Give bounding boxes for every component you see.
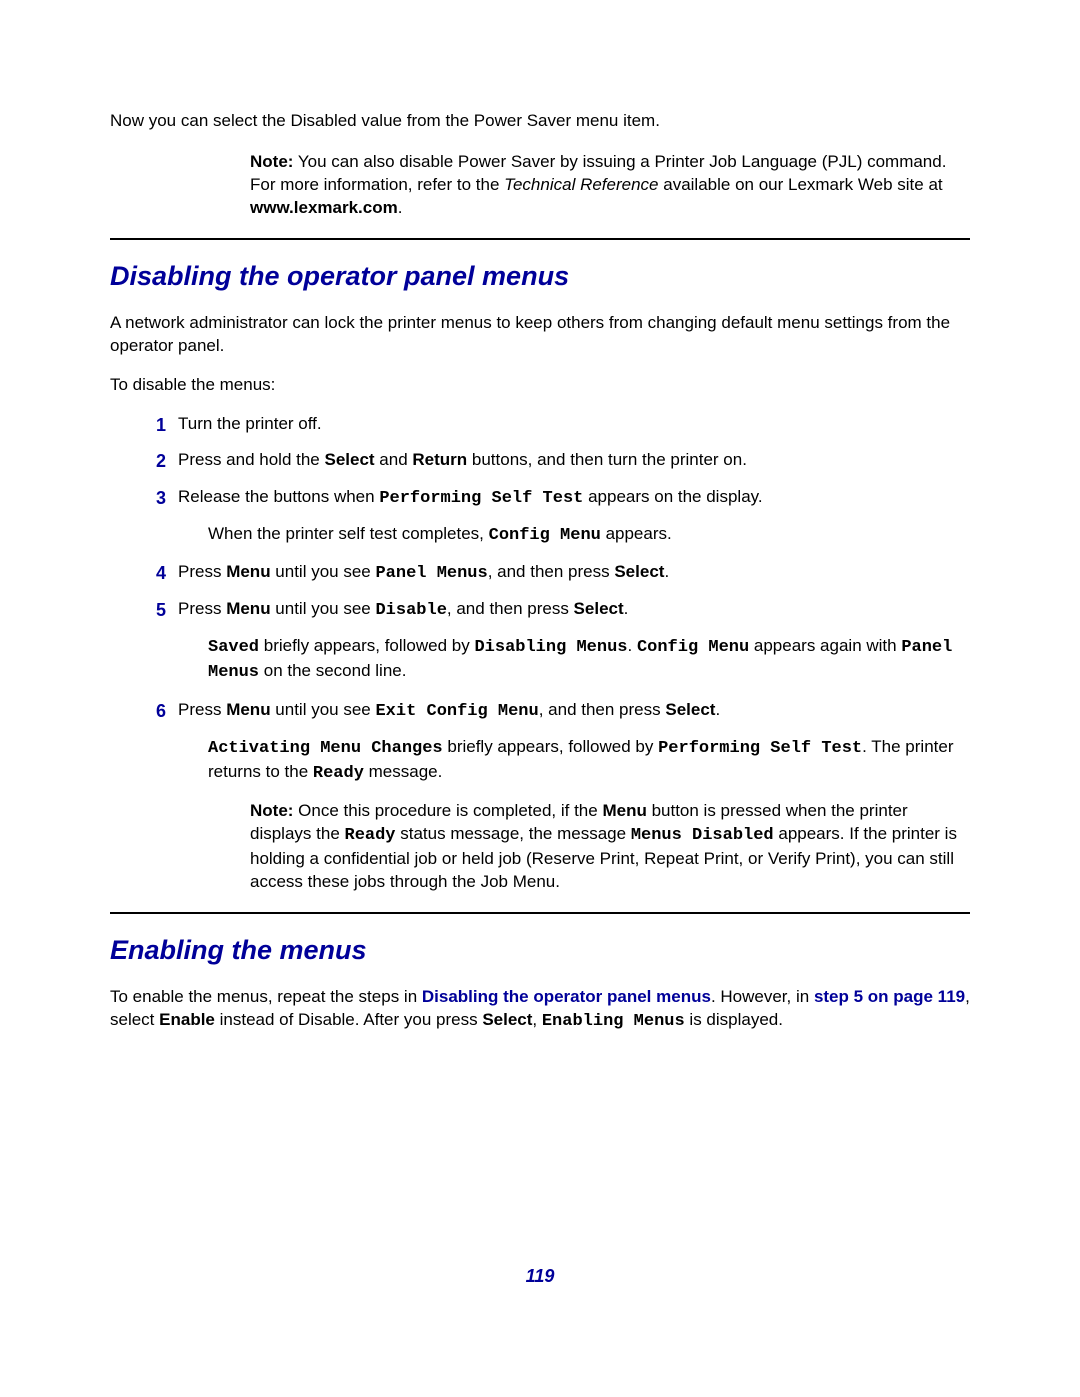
text: appears. [601,524,672,543]
text: Press and hold the [178,450,324,469]
divider [110,238,970,240]
text: status message, the message [396,824,631,843]
website-link[interactable]: www.lexmark.com [250,198,398,217]
text: until you see [271,599,376,618]
cross-reference-link[interactable]: Disabling the operator panel menus [422,987,711,1006]
mono-text: Config Menu [637,638,749,657]
text: . [624,599,629,618]
document-page: Now you can select the Disabled value fr… [0,0,1080,1328]
bold-text: Menu [602,801,646,820]
step-number: 6 [140,699,166,724]
step-4: 4 Press Menu until you see Panel Menus, … [140,561,970,586]
text: , and then press [447,599,574,618]
mono-text: Activating Menu Changes [208,739,443,758]
text: briefly appears, followed by [443,737,658,756]
step-text: Press Menu until you see Panel Menus, an… [178,561,970,586]
step-number: 5 [140,598,166,623]
bold-text: Select [574,599,624,618]
text: Press [178,599,226,618]
mono-text: Menus Disabled [631,826,774,845]
note-label: Note: [250,801,293,820]
bold-text: Menu [226,700,270,719]
text: until you see [271,562,376,581]
note-block-2: Note: Once this procedure is completed, … [250,800,970,894]
bold-text: Select [482,1010,532,1029]
mono-text: Disabling Menus [474,638,627,657]
step-text: Release the buttons when Performing Self… [178,486,970,511]
step-sub-text: Saved briefly appears, followed by Disab… [208,635,970,685]
note-label: Note: [250,152,293,171]
text: Press [178,700,226,719]
text: until you see [271,700,376,719]
step-5: 5 Press Menu until you see Disable, and … [140,598,970,623]
mono-text: Ready [345,826,396,845]
divider [110,912,970,914]
text: , and then press [488,562,615,581]
intro-text: Now you can select the Disabled value fr… [110,110,970,133]
note-text: available on our Lexmark Web site at [659,175,943,194]
text: Press [178,562,226,581]
mono-text: Performing Self Test [379,489,583,508]
bold-text: Menu [226,562,270,581]
section-title-enabling: Enabling the menus [110,932,970,968]
mono-text: Disable [375,601,446,620]
text: instead of Disable. After you press [215,1010,482,1029]
step-number: 3 [140,486,166,511]
step-text: Press and hold the Select and Return but… [178,449,970,473]
step-1: 1 Turn the printer off. [140,413,970,437]
text: To enable the menus, repeat the steps in [110,987,422,1006]
step-2: 2 Press and hold the Select and Return b… [140,449,970,473]
text: Release the buttons when [178,487,379,506]
mono-text: Exit Config Menu [375,702,538,721]
bold-text: Menu [226,599,270,618]
text: , and then press [539,700,666,719]
paragraph: A network administrator can lock the pri… [110,312,970,358]
paragraph: To disable the menus: [110,374,970,397]
mono-text: Performing Self Test [658,739,862,758]
bold-text: Select [665,700,715,719]
step-6: 6 Press Menu until you see Exit Config M… [140,699,970,724]
step-list: 1 Turn the printer off. 2 Press and hold… [140,413,970,786]
text: . However, in [711,987,814,1006]
note-block-1: Note: You can also disable Power Saver b… [250,151,970,220]
step-3: 3 Release the buttons when Performing Se… [140,486,970,511]
mono-text: Enabling Menus [542,1012,685,1031]
text: appears again with [749,636,901,655]
paragraph: To enable the menus, repeat the steps in… [110,986,970,1034]
text: . [715,700,720,719]
text: When the printer self test completes, [208,524,489,543]
text: is displayed. [685,1010,783,1029]
step-text: Turn the printer off. [178,413,970,437]
text: buttons, and then turn the printer on. [467,450,747,469]
mono-text: Saved [208,638,259,657]
step-text: Press Menu until you see Disable, and th… [178,598,970,623]
step-text: Press Menu until you see Exit Config Men… [178,699,970,724]
note-text: . [398,198,403,217]
text: . [628,636,637,655]
step-number: 2 [140,449,166,473]
text: and [375,450,413,469]
text: , [532,1010,541,1029]
mono-text: Ready [313,764,364,783]
step-number: 1 [140,413,166,437]
text: appears on the display. [583,487,762,506]
page-number: 119 [110,1264,970,1288]
text: message. [364,762,442,781]
step-sub-text: Activating Menu Changes briefly appears,… [208,736,970,786]
text: Once this procedure is completed, if the [293,801,602,820]
text: . [664,562,669,581]
text: briefly appears, followed by [259,636,474,655]
mono-text: Panel Menus [375,564,487,583]
bold-text: Select [614,562,664,581]
section-title-disabling: Disabling the operator panel menus [110,258,970,294]
bold-text: Enable [159,1010,215,1029]
text: on the second line. [259,661,406,680]
note-italic: Technical Reference [504,175,658,194]
mono-text: Config Menu [489,526,601,545]
step-sub-text: When the printer self test completes, Co… [208,523,970,548]
step-number: 4 [140,561,166,586]
bold-text: Return [412,450,467,469]
cross-reference-link[interactable]: step 5 on page 119 [814,987,965,1006]
bold-text: Select [324,450,374,469]
